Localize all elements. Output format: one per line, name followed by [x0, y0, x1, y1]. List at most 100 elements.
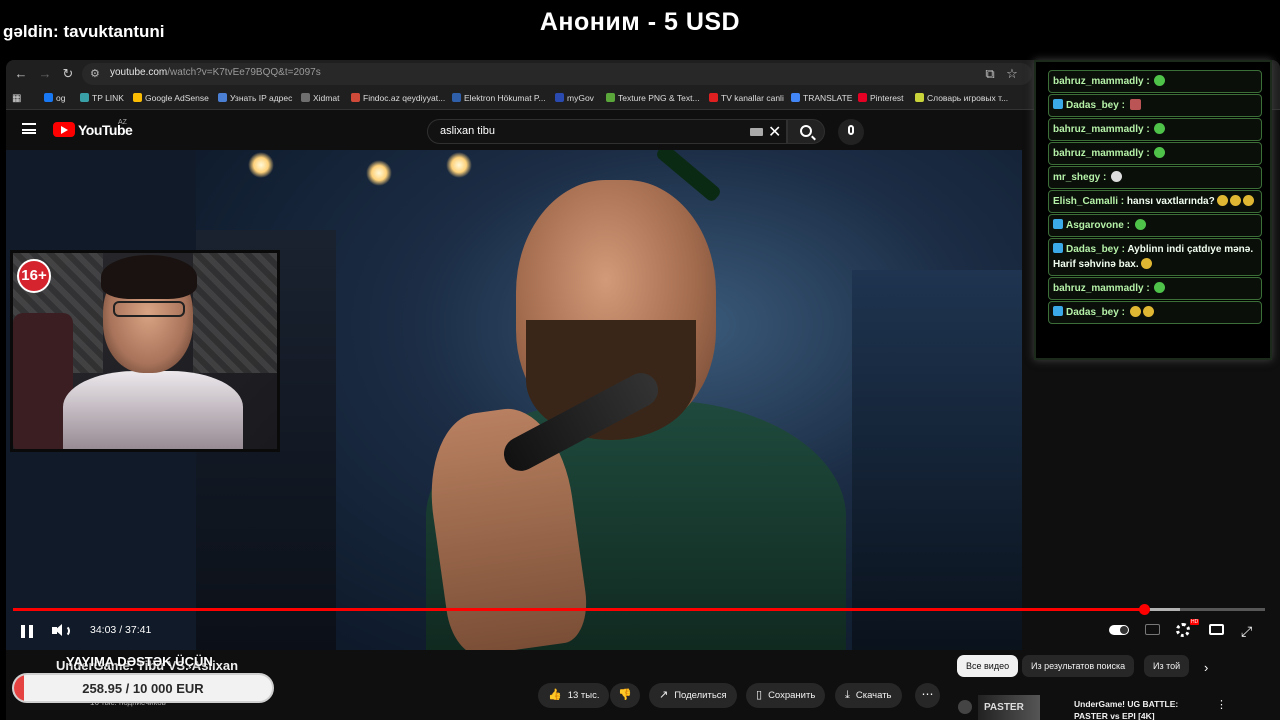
bookmark-item[interactable]: TV kanallar canli [709, 93, 784, 103]
chip-from-search[interactable]: Из результатов поиска [1022, 655, 1135, 677]
chat-message: mr_shegy : [1048, 166, 1262, 189]
theater-mode-icon[interactable] [1209, 624, 1224, 635]
url-input[interactable]: ⚙ youtube.com/watch?v=K7tvEe79BQQ&t=2097… [82, 63, 1032, 85]
subtitles-icon[interactable] [1145, 624, 1160, 635]
chat-username: Dadas_bey : [1066, 307, 1128, 318]
chat-username: Elish_Camalli : [1053, 196, 1127, 207]
chip-all-videos[interactable]: Все видео [957, 655, 1019, 677]
more-actions-icon[interactable]: ⋯ [915, 683, 940, 708]
keyboard-icon[interactable] [750, 128, 763, 136]
fullscreen-icon[interactable]: ⤢ [1241, 623, 1252, 640]
youtube-logo-icon[interactable] [53, 122, 75, 137]
platform-icon [1053, 243, 1063, 253]
wall-poster [193, 253, 277, 373]
donation-banner: Аноним - 5 USD [539, 8, 741, 36]
bookmark-item[interactable]: TRANSLATE [791, 93, 852, 103]
region-code: AZ [118, 119, 127, 126]
streamer-glasses [113, 301, 185, 317]
recommended-thumbnail[interactable]: PASTER [978, 695, 1040, 720]
bookmark-item[interactable]: myGov [555, 93, 594, 103]
chip-same-channel[interactable]: Из той [1144, 655, 1190, 677]
emote-icon [1229, 195, 1241, 206]
emote-icon [1216, 195, 1228, 206]
bookmark-item[interactable]: Texture PNG & Text... [606, 93, 700, 103]
video-player[interactable] [196, 150, 1022, 650]
search-button[interactable] [787, 119, 825, 144]
chat-username: bahruz_mammadly : [1053, 148, 1153, 159]
thumbs-up-icon: 👍 [548, 689, 562, 701]
chat-message: Dadas_bey : [1048, 301, 1262, 324]
stage-light [248, 152, 274, 178]
volume-icon[interactable] [52, 623, 70, 639]
platform-icon [1053, 219, 1063, 229]
search-icon [800, 125, 812, 137]
share-button[interactable]: ↗ Поделиться [649, 683, 737, 708]
save-button[interactable]: ▯ Сохранить [746, 683, 826, 708]
install-app-icon[interactable]: ⧉ [981, 65, 999, 83]
search-input[interactable]: aslixan tibu ✕ [427, 119, 787, 144]
progress-played [13, 608, 1144, 611]
emote-icon [1142, 306, 1154, 317]
speaker-cone [55, 624, 62, 636]
chat-message: Elish_Camalli : hansı vaxtlarında? [1048, 190, 1262, 213]
url-text: youtube.com/watch?v=K7tvEe79BQQ&t=2097s [110, 67, 321, 78]
bookmark-star-icon[interactable]: ☆ [1003, 65, 1021, 83]
menu-icon[interactable] [22, 123, 36, 134]
pause-icon[interactable] [21, 625, 33, 638]
stream-chat: bahruz_mammadly : Dadas_bey : bahruz_mam… [1034, 60, 1272, 360]
chat-message: bahruz_mammadly : [1048, 142, 1262, 165]
clear-search-icon[interactable]: ✕ [768, 122, 781, 142]
bookmark-item[interactable]: Findoc.az qeydiyyat... [351, 93, 445, 103]
autoplay-toggle[interactable] [1109, 625, 1129, 635]
emote-icon [1154, 282, 1166, 293]
recommended-menu-icon[interactable]: ⋮ [1216, 698, 1227, 711]
emote-icon [1140, 258, 1152, 269]
voice-search-button[interactable] [838, 119, 864, 145]
dislike-button[interactable]: 👎 [610, 683, 640, 708]
emote-icon [1111, 171, 1123, 182]
bookmark-item[interactable]: Google AdSense [133, 93, 209, 103]
sound-wave [62, 625, 70, 637]
emote-icon [1154, 75, 1166, 86]
age-rating-badge: 16+ [17, 259, 51, 293]
support-label: YAYIMA DƏSTƏK ÜÇÜN [66, 654, 213, 669]
forward-arrow-icon[interactable]: → [36, 65, 54, 83]
thumbs-down-icon: 👎 [618, 689, 632, 701]
like-button[interactable]: 👍 13 тыс. [538, 683, 610, 708]
donation-goal-text: 258.95 / 10 000 EUR [82, 681, 204, 696]
url-host: youtube.com [110, 67, 168, 78]
donation-goal-bar: 258.95 / 10 000 EUR [12, 673, 274, 703]
channel-avatar[interactable] [958, 700, 972, 714]
platform-icon [1053, 99, 1063, 109]
streamer-webcam: 16+ [10, 250, 280, 452]
bookmark-favicon [709, 93, 718, 102]
hd-badge: HD [1190, 619, 1200, 625]
download-button[interactable]: ⤓ Скачать [835, 683, 902, 708]
bookmark-item[interactable]: Elektron Hökumat P... [452, 93, 546, 103]
bookmark-item[interactable]: Узнать IP адрес [218, 93, 292, 103]
apps-grid-icon[interactable]: ▦ [12, 93, 21, 104]
bookmark-favicon [452, 93, 461, 102]
bookmark-item[interactable]: TP LINK [80, 93, 124, 103]
bookmark-item[interactable]: Словарь игровых т... [915, 93, 1008, 103]
recommended-title[interactable]: UnderGame! UG BATTLE: PASTER vs EPI [4K] [1074, 698, 1199, 720]
bookmark-favicon [44, 93, 53, 102]
chat-username: Asgarovone : [1066, 220, 1133, 231]
chevron-right-icon[interactable]: › [1204, 660, 1208, 675]
bookmark-favicon [301, 93, 310, 102]
emote-icon [1242, 195, 1254, 206]
site-info-icon[interactable]: ⚙ [90, 67, 100, 80]
reload-icon[interactable]: ↻ [59, 65, 77, 83]
progress-bar[interactable] [13, 604, 1265, 615]
back-arrow-icon[interactable]: ← [12, 65, 30, 83]
chat-username: bahruz_mammadly : [1053, 283, 1153, 294]
bookmark-item[interactable]: Pinterest [858, 93, 904, 103]
bookmark-item[interactable]: og [44, 93, 65, 103]
settings-gear-icon[interactable] [1176, 623, 1190, 637]
chat-username: mr_shegy : [1053, 172, 1110, 183]
chat-text: hansı vaxtlarında? [1126, 196, 1215, 207]
bookmark-item[interactable]: Xidmat [301, 93, 339, 103]
bookmark-favicon [791, 93, 800, 102]
chat-message: bahruz_mammadly : [1048, 118, 1262, 141]
scrubber-handle[interactable] [1138, 604, 1150, 615]
